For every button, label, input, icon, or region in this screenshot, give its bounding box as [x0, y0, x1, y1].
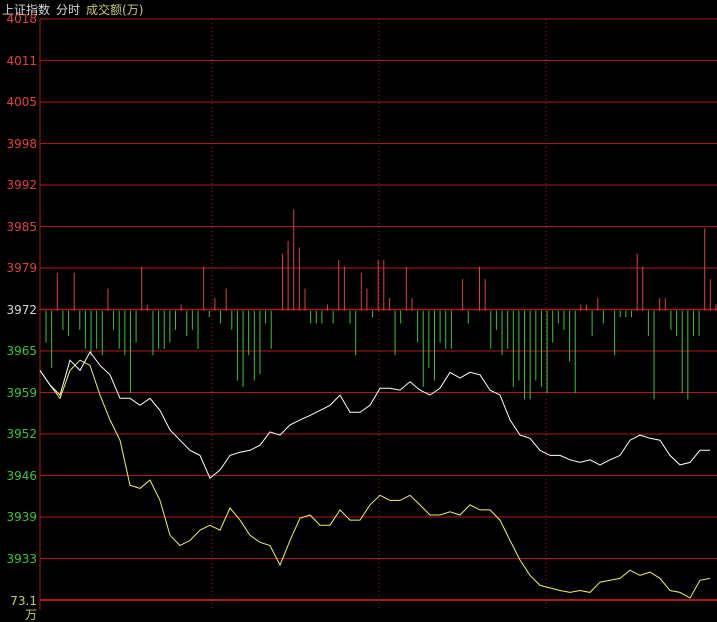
intraday-chart[interactable] [0, 0, 717, 610]
price-line [39, 351, 710, 480]
